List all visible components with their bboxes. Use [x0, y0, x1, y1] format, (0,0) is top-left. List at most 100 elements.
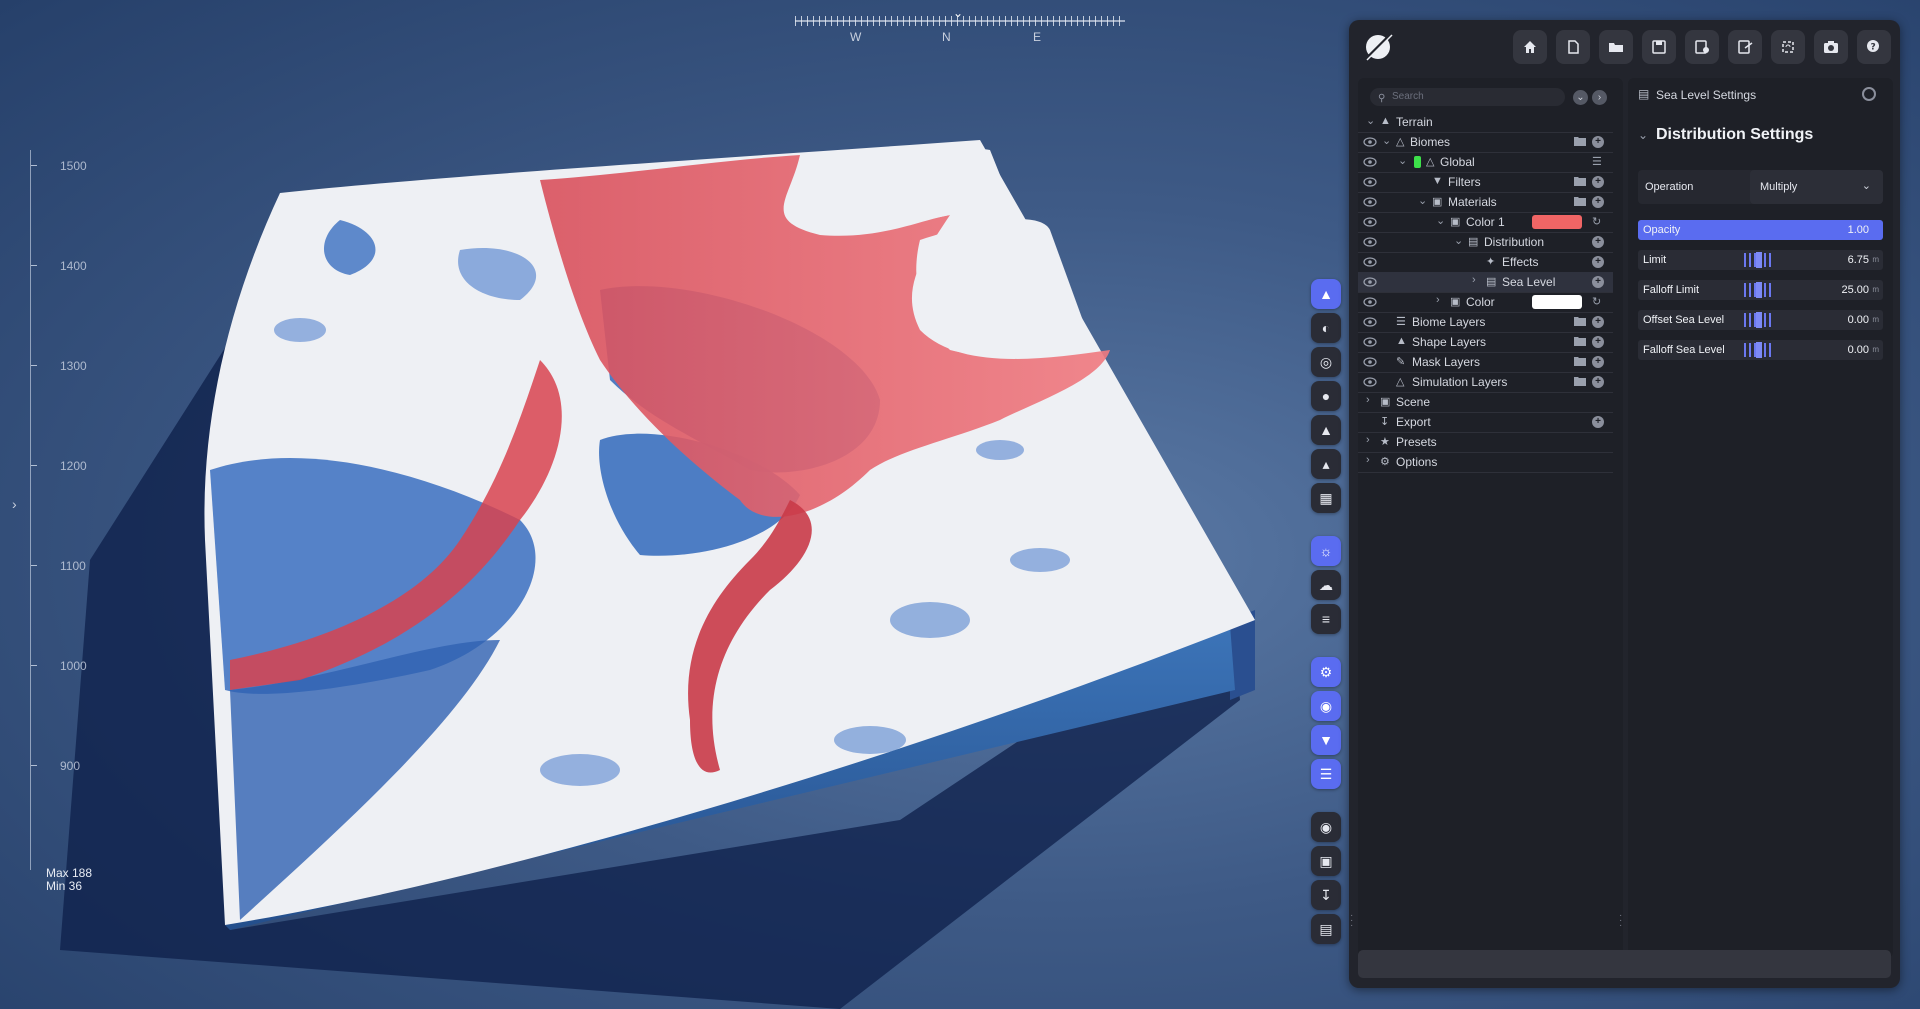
tree-row-color[interactable]: › ▣ Color ↻ — [1358, 292, 1613, 313]
visibility-eye-icon[interactable] — [1363, 196, 1377, 208]
tree-row-sea-level[interactable]: › ▤ Sea Level + — [1358, 272, 1613, 293]
mountain-icon[interactable]: ▲ — [1311, 415, 1341, 445]
cloud-icon[interactable]: ☁ — [1311, 570, 1341, 600]
resize-handle-icon[interactable]: · · · — [1350, 911, 1353, 931]
sun-icon[interactable]: ☼ — [1311, 536, 1341, 566]
tree-row-materials[interactable]: ⌄ ▣ Materials + — [1358, 192, 1613, 213]
terrain-icon[interactable]: ▲ — [1311, 279, 1341, 309]
tree-row-mask-layers[interactable]: ✎ Mask Layers + — [1358, 352, 1613, 373]
refresh-icon[interactable] — [1771, 30, 1805, 64]
visibility-eye-icon[interactable] — [1363, 236, 1377, 248]
chevron-down-icon[interactable]: ⌄ — [1418, 194, 1427, 207]
visibility-eye-icon[interactable] — [1363, 256, 1377, 268]
export-icon[interactable] — [1728, 30, 1762, 64]
folder-icon[interactable] — [1574, 356, 1586, 366]
add-icon[interactable]: + — [1592, 236, 1604, 248]
falloff-limit-slider[interactable]: Falloff Limit 25.00 m — [1638, 280, 1883, 300]
chevron-right-icon[interactable]: › — [1366, 394, 1370, 406]
tree-row-color-1[interactable]: ⌄ ▣ Color 1 ↻ — [1358, 212, 1613, 233]
tree-row-effects[interactable]: ✦ Effects + — [1358, 252, 1613, 273]
opacity-slider[interactable]: Opacity 1.00 — [1638, 220, 1883, 240]
save-as-icon[interactable] — [1685, 30, 1719, 64]
add-icon[interactable]: + — [1592, 416, 1604, 428]
open-folder-icon[interactable] — [1599, 30, 1633, 64]
add-icon[interactable]: + — [1592, 176, 1604, 188]
grid-icon[interactable]: ▦ — [1311, 483, 1341, 513]
chevron-down-icon[interactable]: ⌄ — [1454, 234, 1463, 247]
visibility-eye-icon[interactable] — [1363, 316, 1377, 328]
folder-icon[interactable] — [1574, 136, 1586, 146]
download-icon[interactable]: ↧ — [1311, 880, 1341, 910]
visibility-eye-icon[interactable] — [1363, 176, 1377, 188]
operation-select[interactable]: Multiply ⌄ — [1750, 170, 1883, 204]
globe-icon[interactable]: ◐ — [1311, 313, 1341, 343]
tree-row-biome-layers[interactable]: ☰ Biome Layers + — [1358, 312, 1613, 333]
expand-all-icon[interactable]: › — [1592, 90, 1607, 105]
slider-handle[interactable] — [1756, 342, 1762, 358]
tree-row-export[interactable]: ↧ Export + — [1358, 412, 1613, 433]
falloff-sea-level-slider[interactable]: Falloff Sea Level 0.00 m — [1638, 340, 1883, 360]
folder-icon[interactable] — [1574, 336, 1586, 346]
search-input[interactable]: ⚲ Search — [1370, 88, 1565, 106]
visibility-eye-icon[interactable] — [1363, 276, 1377, 288]
limit-slider[interactable]: Limit 6.75 m — [1638, 250, 1883, 270]
color-swatch[interactable] — [1532, 295, 1582, 309]
folder-icon[interactable] — [1574, 196, 1586, 206]
add-icon[interactable]: + — [1592, 136, 1604, 148]
visibility-eye-icon[interactable] — [1363, 296, 1377, 308]
chevron-down-icon[interactable]: ⌄ — [1382, 134, 1391, 147]
refresh-icon[interactable]: ↻ — [1592, 295, 1601, 308]
eye-icon[interactable]: ◉ — [1311, 691, 1341, 721]
slider-handle[interactable] — [1756, 312, 1762, 328]
add-icon[interactable]: + — [1592, 256, 1604, 268]
image-icon[interactable]: ▣ — [1311, 846, 1341, 876]
settings-gear-icon[interactable] — [1862, 87, 1876, 101]
filter-icon[interactable]: ▼ — [1311, 725, 1341, 755]
target-icon[interactable]: ◎ — [1311, 347, 1341, 377]
visibility-eye-icon[interactable] — [1363, 156, 1377, 168]
expand-left-icon[interactable]: › — [12, 496, 17, 512]
chevron-down-icon[interactable]: ⌄ — [1398, 154, 1407, 167]
resize-handle-icon[interactable]: · · · — [1619, 911, 1622, 931]
landscape-icon[interactable]: ▴ — [1311, 449, 1341, 479]
tree-row-terrain[interactable]: ⌄ ▲ Terrain — [1358, 112, 1613, 133]
chevron-right-icon[interactable]: › — [1472, 274, 1476, 286]
add-icon[interactable]: + — [1592, 316, 1604, 328]
offset-sea-level-slider[interactable]: Offset Sea Level 0.00 m — [1638, 310, 1883, 330]
tree-row-shape-layers[interactable]: ▲ Shape Layers + — [1358, 332, 1613, 353]
chevron-down-icon[interactable]: ⌄ — [1436, 214, 1445, 227]
slider-handle[interactable] — [1756, 282, 1762, 298]
visibility-eye-icon[interactable] — [1363, 376, 1377, 388]
tree-row-filters[interactable]: ▼ Filters + — [1358, 172, 1613, 193]
add-icon[interactable]: + — [1592, 376, 1604, 388]
collapse-all-icon[interactable]: ⌄ — [1573, 90, 1588, 105]
folder-icon[interactable] — [1574, 376, 1586, 386]
help-icon[interactable]: ? — [1857, 30, 1891, 64]
chevron-right-icon[interactable]: › — [1366, 454, 1370, 466]
chevron-right-icon[interactable]: › — [1366, 434, 1370, 446]
visibility-eye-icon[interactable] — [1363, 216, 1377, 228]
new-file-icon[interactable] — [1556, 30, 1590, 64]
tree-row-options[interactable]: › ⚙ Options — [1358, 452, 1613, 473]
tree-row-global[interactable]: ⌄ △ Global ☰ — [1358, 152, 1613, 173]
add-icon[interactable]: + — [1592, 196, 1604, 208]
chevron-down-icon[interactable]: ⌄ — [1366, 114, 1375, 127]
color-swatch[interactable] — [1532, 215, 1582, 229]
tree-row-presets[interactable]: › ★ Presets — [1358, 432, 1613, 453]
layers-icon[interactable]: ☰ — [1311, 759, 1341, 789]
layers-stack-icon[interactable]: ☰ — [1592, 155, 1602, 168]
add-icon[interactable]: + — [1592, 356, 1604, 368]
tree-row-simulation-layers[interactable]: △ Simulation Layers + — [1358, 372, 1613, 393]
tree-row-scene[interactable]: › ▣ Scene — [1358, 392, 1613, 413]
visibility-eye-icon[interactable] — [1363, 136, 1377, 148]
camera-icon[interactable] — [1814, 30, 1848, 64]
visibility-eye-icon[interactable] — [1363, 356, 1377, 368]
refresh-icon[interactable]: ↻ — [1592, 215, 1601, 228]
settings-icon[interactable]: ⚙ — [1311, 657, 1341, 687]
water-drop-icon[interactable]: ● — [1311, 381, 1341, 411]
status-bar[interactable] — [1358, 950, 1891, 978]
chevron-right-icon[interactable]: › — [1436, 294, 1440, 306]
folder-icon[interactable] — [1574, 316, 1586, 326]
home-icon[interactable] — [1513, 30, 1547, 64]
chart-icon[interactable]: ▤ — [1311, 914, 1341, 944]
